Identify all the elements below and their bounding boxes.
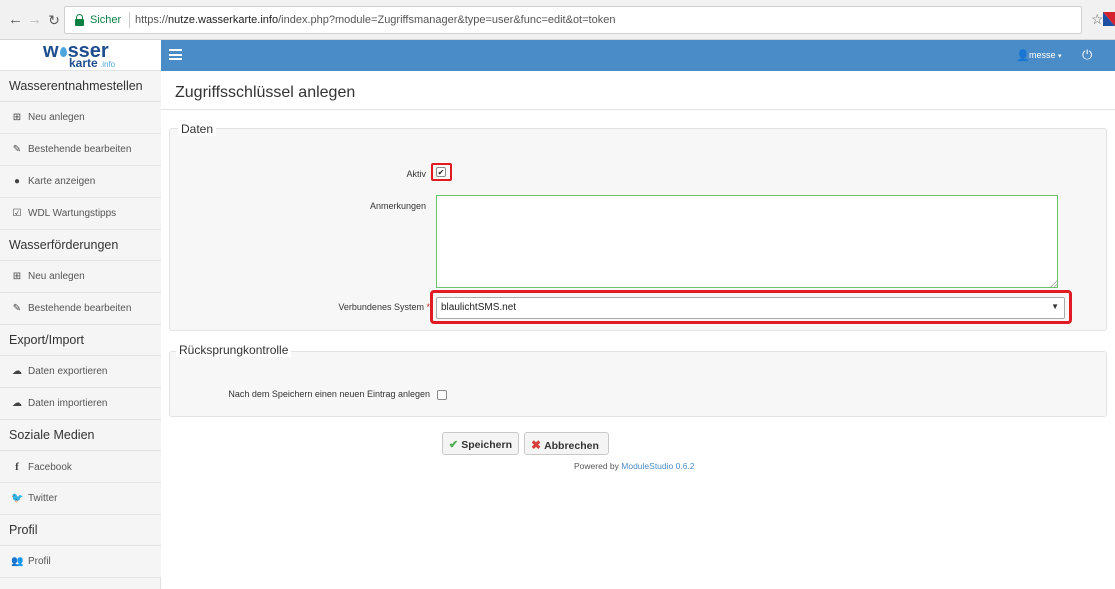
url-separator	[129, 12, 130, 28]
cancel-button[interactable]: ✖ Abbrechen	[524, 432, 609, 455]
user-icon: 👤	[1016, 50, 1030, 62]
sidebar-item-label: Twitter	[28, 493, 58, 504]
plus-square-icon: ⊞	[12, 112, 22, 123]
hamburger-menu-icon[interactable]	[169, 49, 182, 60]
fieldset-ruecksprung-legend: Rücksprungkontrolle	[176, 343, 292, 357]
sidebar-section-soziale-medien: Soziale Medien	[0, 420, 161, 451]
logo-info: .info	[100, 60, 116, 69]
sidebar-section-wasserfoerderungen: Wasserförderungen	[0, 230, 161, 261]
sidebar-item-daten-importieren[interactable]: ☁ Daten importieren	[0, 388, 161, 420]
sidebar-item-facebook[interactable]: f Facebook	[0, 451, 161, 483]
neuer-eintrag-label: Nach dem Speichern einen neuen Eintrag a…	[228, 389, 430, 399]
edit-icon: ✎	[12, 144, 22, 155]
verbundenes-system-select[interactable]: blaulichtSMS.net ▼	[436, 297, 1065, 319]
modulestudio-link[interactable]: ModuleStudio 0.6.2	[621, 461, 694, 471]
logo-karte: karte	[69, 56, 98, 70]
water-drop-icon	[59, 47, 67, 57]
url-path: /index.php?module=Zugriffsmanager&type=u…	[278, 14, 616, 26]
cancel-label: Abbrechen	[544, 440, 599, 452]
url-text[interactable]: https://nutze.wasserkarte.info/index.php…	[135, 14, 615, 26]
address-bar[interactable]: Sicher https://nutze.wasserkarte.info/in…	[64, 6, 1082, 34]
sidebar-section-export-import: Export/Import	[0, 325, 161, 356]
sidebar-item-profil[interactable]: 👥 Profil	[0, 546, 161, 578]
url-prefix: https://	[135, 14, 169, 26]
user-name: messe	[1029, 50, 1056, 60]
users-icon: 👥	[11, 556, 24, 567]
lock-icon	[75, 14, 84, 26]
logo[interactable]: w sser karte .info	[0, 40, 161, 71]
sidebar-item-bestehende-bearbeiten[interactable]: ✎ Bestehende bearbeiten	[0, 134, 161, 166]
sidebar-item-label: Daten importieren	[28, 398, 108, 409]
fieldset-daten-legend: Daten	[178, 122, 217, 136]
sidebar: w sser karte .info Wasserentnahmestellen …	[0, 40, 161, 589]
aktiv-checkbox[interactable]: ✔	[436, 167, 446, 177]
browser-toolbar: ← → ↻ Sicher https://nutze.wasserkarte.i…	[0, 0, 1115, 40]
cloud-download-icon: ☁	[12, 366, 22, 377]
powered-by: Powered by ModuleStudio 0.6.2	[574, 461, 695, 471]
sidebar-item-label: WDL Wartungstipps	[28, 208, 117, 219]
sidebar-item-wdl-wartungstipps[interactable]: ☑ WDL Wartungstipps	[0, 198, 161, 230]
anmerkungen-label: Anmerkungen	[369, 201, 426, 211]
sidebar-item-karte-anzeigen[interactable]: ● Karte anzeigen	[0, 166, 161, 198]
sidebar-item-label: Bestehende bearbeiten	[28, 303, 132, 314]
select-value: blaulichtSMS.net	[441, 302, 517, 313]
save-button[interactable]: ✔ Speichern	[442, 432, 519, 455]
aktiv-label: Aktiv	[406, 169, 426, 179]
save-label: Speichern	[461, 439, 512, 451]
sidebar-item-label: Daten exportieren	[28, 366, 108, 377]
sidebar-section-wasserentnahmestellen: Wasserentnahmestellen	[0, 71, 161, 102]
user-menu[interactable]: messe ▾	[1029, 50, 1062, 60]
sidebar-item-label: Neu anlegen	[28, 271, 85, 282]
caret-down-icon: ▾	[1058, 53, 1062, 60]
sidebar-item-bestehende-bearbeiten-foerderung[interactable]: ✎ Bestehende bearbeiten	[0, 293, 161, 325]
bookmark-star-icon[interactable]: ☆	[1091, 11, 1104, 27]
sidebar-section-profil: Profil	[0, 515, 161, 546]
sidebar-item-label: Bestehende bearbeiten	[28, 144, 132, 155]
sidebar-item-daten-exportieren[interactable]: ☁ Daten exportieren	[0, 356, 161, 388]
top-navbar: 👤 messe ▾ ⏻	[161, 40, 1115, 71]
check-square-icon: ☑	[12, 208, 22, 219]
reload-icon[interactable]: ↻	[47, 12, 61, 28]
back-arrow-icon[interactable]: ←	[8, 12, 23, 28]
forward-arrow-icon[interactable]: →	[27, 12, 42, 28]
resize-grip-icon[interactable]	[1050, 280, 1057, 287]
checkmark-icon: ✔	[449, 439, 459, 451]
sidebar-item-label: Neu anlegen	[28, 112, 85, 123]
sidebar-item-neu-anlegen-foerderung[interactable]: ⊞ Neu anlegen	[0, 261, 161, 293]
extension-icon[interactable]	[1103, 12, 1115, 26]
verbundenes-system-label-text: Verbundenes System	[338, 302, 424, 312]
sidebar-item-neu-anlegen[interactable]: ⊞ Neu anlegen	[0, 102, 161, 134]
verbundenes-system-label: Verbundenes System *	[300, 302, 430, 312]
anmerkungen-textarea[interactable]	[436, 195, 1058, 288]
logo-w: w	[43, 40, 59, 62]
twitter-icon: 🐦	[11, 493, 24, 504]
facebook-icon: f	[15, 461, 19, 473]
secure-label: Sicher	[90, 14, 122, 26]
fieldset-ruecksprungkontrolle	[169, 351, 1107, 417]
url-domain: nutze.wasserkarte.info	[168, 14, 279, 26]
edit-icon: ✎	[12, 303, 22, 314]
power-icon[interactable]: ⏻	[1082, 47, 1092, 63]
neuer-eintrag-checkbox[interactable]	[437, 390, 447, 400]
page-title: Zugriffsschlüssel anlegen	[175, 84, 356, 101]
cloud-upload-icon: ☁	[12, 398, 22, 409]
sidebar-item-label: Profil	[28, 556, 51, 567]
sidebar-item-label: Karte anzeigen	[28, 176, 96, 187]
title-divider	[161, 109, 1115, 110]
sidebar-item-twitter[interactable]: 🐦 Twitter	[0, 483, 161, 515]
globe-icon: ●	[13, 176, 21, 187]
sidebar-item-label: Facebook	[28, 462, 72, 473]
plus-square-icon: ⊞	[12, 271, 22, 282]
dropdown-arrow-icon: ▼	[1051, 302, 1059, 311]
powered-by-text: Powered by	[574, 461, 619, 471]
cross-icon: ✖	[531, 438, 542, 452]
